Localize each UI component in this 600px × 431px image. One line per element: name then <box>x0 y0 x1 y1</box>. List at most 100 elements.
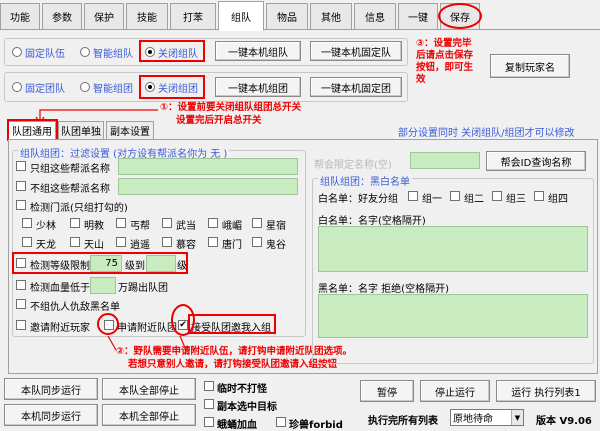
guild-id-lookup-button[interactable]: 帮会ID查询名称 <box>486 151 586 171</box>
group4-checkbox[interactable] <box>534 191 544 201</box>
sect-checkbox-tianshan[interactable] <box>70 237 80 247</box>
temp-no-fight-label: 临时不打怪 <box>217 384 267 395</box>
tab-params[interactable]: 参数 <box>42 3 82 29</box>
sect-label-shaolin: 少林 <box>36 221 56 232</box>
sect-checkbox-tianlong[interactable] <box>22 237 32 247</box>
radio-fixed-team-label: 固定队伍 <box>25 49 65 60</box>
sync-machine-run-button[interactable]: 本机同步运行 <box>4 404 98 426</box>
hp-below-input[interactable] <box>90 277 116 294</box>
radio-smart-group[interactable] <box>80 82 90 92</box>
not-guild-input[interactable] <box>118 178 298 195</box>
tab-team[interactable]: 组队 <box>218 1 264 31</box>
step1-note-line1: ①：设置前要关闭组队组团总开关 <box>160 102 302 113</box>
stop-run-button[interactable]: 停止运行 <box>420 380 490 402</box>
pearl-beast-label: 珍兽forbid <box>289 420 343 431</box>
tab-onekey[interactable]: 一键 <box>398 3 438 29</box>
info-note: 部分设置同时 关闭组队/组团才可以修改 <box>398 128 575 139</box>
guild-limit-input[interactable] <box>410 152 480 169</box>
tab-info[interactable]: 信息 <box>354 3 396 29</box>
moth-heal-checkbox[interactable] <box>204 417 214 427</box>
black-names-textarea[interactable] <box>318 294 588 338</box>
subtab-single[interactable]: 队团单独 <box>58 121 104 139</box>
only-guild-input[interactable] <box>118 158 298 175</box>
sect-checkbox-guigu[interactable] <box>252 237 262 247</box>
step2-note-line2: 若想只意别人邀请，请打钩接受队团邀请入组按钮 <box>128 359 338 370</box>
group3-checkbox[interactable] <box>492 191 502 201</box>
step2-arrow-icon <box>107 335 187 351</box>
sect-label-guigu: 鬼谷 <box>266 240 286 251</box>
tab-skills[interactable]: 技能 <box>126 3 168 29</box>
one-key-fixed-team-button[interactable]: 一键本机固定队 <box>310 41 402 61</box>
sect-label-xingxiu: 星宿 <box>266 221 286 232</box>
group3-label: 组三 <box>506 194 526 205</box>
sect-checkbox-shaolin[interactable] <box>22 218 32 228</box>
step1-note-line2: 设置完后开启总开关 <box>176 115 262 126</box>
subtab-dungeon[interactable]: 副本设置 <box>106 121 154 139</box>
level-to-input[interactable] <box>146 255 176 272</box>
sect-label-gaibang: 丐帮 <box>130 221 150 232</box>
group2-checkbox[interactable] <box>450 191 460 201</box>
sect-label-tangmen: 唐门 <box>222 240 242 251</box>
sect-label-tianlong: 天龙 <box>36 240 56 251</box>
sect-checkbox-mingjiao[interactable] <box>70 218 80 228</box>
only-guild-checkbox[interactable] <box>16 161 26 171</box>
subtab-common-highlight <box>7 119 58 141</box>
level-unit-label: 级 <box>177 261 187 272</box>
sect-checkbox-tangmen[interactable] <box>208 237 218 247</box>
sect-checkbox-xingxiu[interactable] <box>252 218 262 228</box>
blackwhite-title: 组队组团：黑白名单 <box>318 173 412 188</box>
tab-items[interactable]: 物品 <box>266 3 308 29</box>
tab-fight[interactable]: 打苯 <box>170 3 216 29</box>
white-names-textarea[interactable] <box>318 226 588 272</box>
group2-label: 组二 <box>464 194 484 205</box>
level-limit-checkbox[interactable] <box>16 258 26 268</box>
sect-checkbox-wudang[interactable] <box>162 218 172 228</box>
only-guild-label: 只组这些帮派名称 <box>30 164 110 175</box>
one-key-team-button[interactable]: 一键本机组队 <box>215 41 301 61</box>
copy-player-name-button[interactable]: 复制玩家名 <box>490 54 570 78</box>
radio-fixed-group-label: 固定团队 <box>25 84 65 95</box>
no-enemy-checkbox[interactable] <box>16 299 26 309</box>
list-done-select[interactable]: 原地待命 ▼ <box>450 409 524 426</box>
group1-checkbox[interactable] <box>408 191 418 201</box>
tab-protect[interactable]: 保护 <box>84 3 124 29</box>
tab-function[interactable]: 功能 <box>0 3 40 29</box>
radio-fixed-group[interactable] <box>12 82 22 92</box>
level-from-input[interactable]: 75 <box>90 255 122 272</box>
run-list-button[interactable]: 运行 执行列表1 <box>496 380 596 402</box>
sect-label-mingjiao: 明教 <box>84 221 104 232</box>
close-group-highlight <box>139 75 205 99</box>
stop-machine-all-button[interactable]: 本机全部停止 <box>102 404 196 426</box>
sect-label-emei: 峨嵋 <box>222 221 242 232</box>
group1-label: 组一 <box>422 194 442 205</box>
pearl-beast-checkbox[interactable] <box>276 417 286 427</box>
accept-invite-box-highlight <box>188 314 276 334</box>
not-guild-checkbox[interactable] <box>16 181 26 191</box>
temp-no-fight-checkbox[interactable] <box>204 381 214 391</box>
radio-fixed-team[interactable] <box>12 47 22 57</box>
group4-label: 组四 <box>548 194 568 205</box>
detect-sect-checkbox[interactable] <box>16 200 26 210</box>
invite-nearby-label: 邀请附近玩家 <box>30 323 90 334</box>
copy-target-checkbox[interactable] <box>204 399 214 409</box>
pause-button[interactable]: 暂停 <box>360 380 414 402</box>
invite-nearby-checkbox[interactable] <box>16 320 26 330</box>
no-enemy-label: 不组仇人仇敌黑名单 <box>30 302 120 313</box>
hp-below-checkbox[interactable] <box>16 280 26 290</box>
one-key-fixed-group-button[interactable]: 一键本机固定团 <box>310 77 402 97</box>
sect-checkbox-emei[interactable] <box>208 218 218 228</box>
radio-smart-team-label: 智能组队 <box>93 49 133 60</box>
sect-checkbox-gaibang[interactable] <box>116 218 126 228</box>
sync-team-run-button[interactable]: 本队同步运行 <box>4 378 98 400</box>
radio-smart-team[interactable] <box>80 47 90 57</box>
sect-checkbox-xiaoyao[interactable] <box>116 237 126 247</box>
tab-other[interactable]: 其他 <box>310 3 352 29</box>
one-key-group-button[interactable]: 一键本机组团 <box>215 77 301 97</box>
save-note: ③：设置完毕 后请点击保存 按钮，即可生 效 <box>416 38 474 85</box>
hp-below-label: 检测血量低于 <box>30 283 90 294</box>
white-names-label: 白名单：名字(空格隔开) <box>318 216 426 227</box>
chevron-down-icon: ▼ <box>511 410 523 425</box>
level-limit-label: 检测等级限制 <box>30 261 90 272</box>
stop-team-all-button[interactable]: 本队全部停止 <box>102 378 196 400</box>
sect-checkbox-murong[interactable] <box>162 237 172 247</box>
